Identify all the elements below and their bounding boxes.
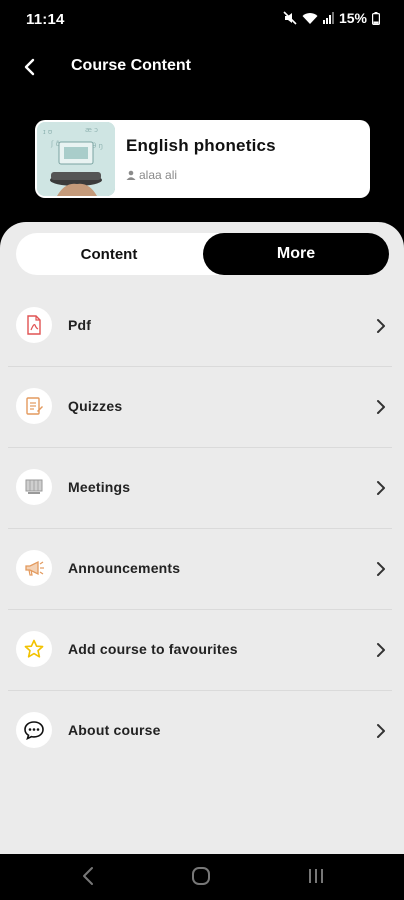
status-bar: 11:14 15% — [0, 0, 404, 40]
menu-list: Pdf Quizzes Meetings Announcements Add c… — [0, 286, 404, 771]
menu-icon-wrapper — [16, 712, 52, 748]
system-nav-bar — [0, 854, 404, 900]
content-panel: Content More Pdf Quizzes Meetings Announ… — [0, 222, 404, 854]
battery-percent: 15% — [338, 10, 367, 26]
page-title: Course Content — [71, 57, 191, 74]
course-author-name: alaa ali — [139, 168, 178, 182]
svg-text:æ ɔ: æ ɔ — [85, 126, 98, 134]
menu-label: Quizzes — [68, 398, 123, 414]
megaphone-icon — [25, 560, 44, 576]
pdf-icon — [27, 315, 41, 335]
tab-content[interactable]: Content — [16, 233, 202, 275]
back-button[interactable] — [14, 52, 44, 82]
app-header: Course Content — [0, 44, 404, 88]
nav-back-button[interactable] — [80, 866, 96, 891]
menu-label: About course — [68, 722, 161, 738]
quiz-icon — [26, 397, 43, 415]
menu-item-favourites[interactable]: Add course to favourites — [8, 610, 392, 691]
chevron-right-icon — [377, 319, 385, 333]
course-thumbnail: ɪ ʊ æ ɔ ʃ ð θ ŋ — [37, 122, 115, 196]
menu-icon-wrapper — [16, 631, 52, 667]
menu-item-quizzes[interactable]: Quizzes — [8, 367, 392, 448]
chevron-right-icon — [377, 562, 385, 576]
course-card: ɪ ʊ æ ɔ ʃ ð θ ŋ English phonetics alaa ali — [35, 120, 370, 198]
signal-icon — [322, 12, 334, 24]
tab-switch: Content More — [16, 233, 389, 275]
battery-icon — [372, 11, 380, 25]
course-title: English phonetics — [126, 136, 276, 155]
menu-item-about-course[interactable]: About course — [8, 691, 392, 771]
menu-item-pdf[interactable]: Pdf — [8, 286, 392, 367]
menu-label: Pdf — [68, 317, 92, 333]
nav-home-button[interactable] — [191, 866, 211, 891]
chevron-right-icon — [377, 400, 385, 414]
svg-text:θ ŋ: θ ŋ — [92, 142, 103, 150]
tab-more[interactable]: More — [203, 233, 389, 275]
mute-icon — [283, 11, 297, 25]
nav-home-icon — [192, 867, 210, 885]
menu-icon-wrapper — [16, 307, 52, 343]
status-icons: 15% — [283, 10, 380, 26]
svg-text:ʃ ð: ʃ ð — [50, 140, 60, 148]
menu-label: Meetings — [68, 479, 131, 495]
menu-icon-wrapper — [16, 550, 52, 586]
menu-icon-wrapper — [16, 469, 52, 505]
nav-recents-button[interactable] — [306, 866, 326, 891]
back-arrow-icon — [24, 58, 35, 76]
svg-text:ɪ ʊ: ɪ ʊ — [43, 128, 52, 136]
nav-recents-icon — [309, 869, 323, 883]
menu-item-meetings[interactable]: Meetings — [8, 448, 392, 529]
course-image: ɪ ʊ æ ɔ ʃ ð θ ŋ — [37, 122, 115, 196]
wifi-icon — [302, 12, 318, 24]
chevron-right-icon — [377, 643, 385, 657]
user-icon — [126, 170, 136, 180]
chat-icon — [24, 721, 44, 740]
chevron-right-icon — [377, 724, 385, 738]
meetings-icon — [25, 479, 43, 494]
star-icon — [24, 639, 44, 658]
status-time: 11:14 — [26, 11, 65, 28]
chevron-right-icon — [377, 481, 385, 495]
menu-label: Announcements — [68, 560, 181, 576]
course-author: alaa ali — [126, 168, 177, 182]
menu-label: Add course to favourites — [68, 641, 238, 657]
nav-back-icon — [83, 867, 93, 885]
menu-icon-wrapper — [16, 388, 52, 424]
menu-item-announcements[interactable]: Announcements — [8, 529, 392, 610]
